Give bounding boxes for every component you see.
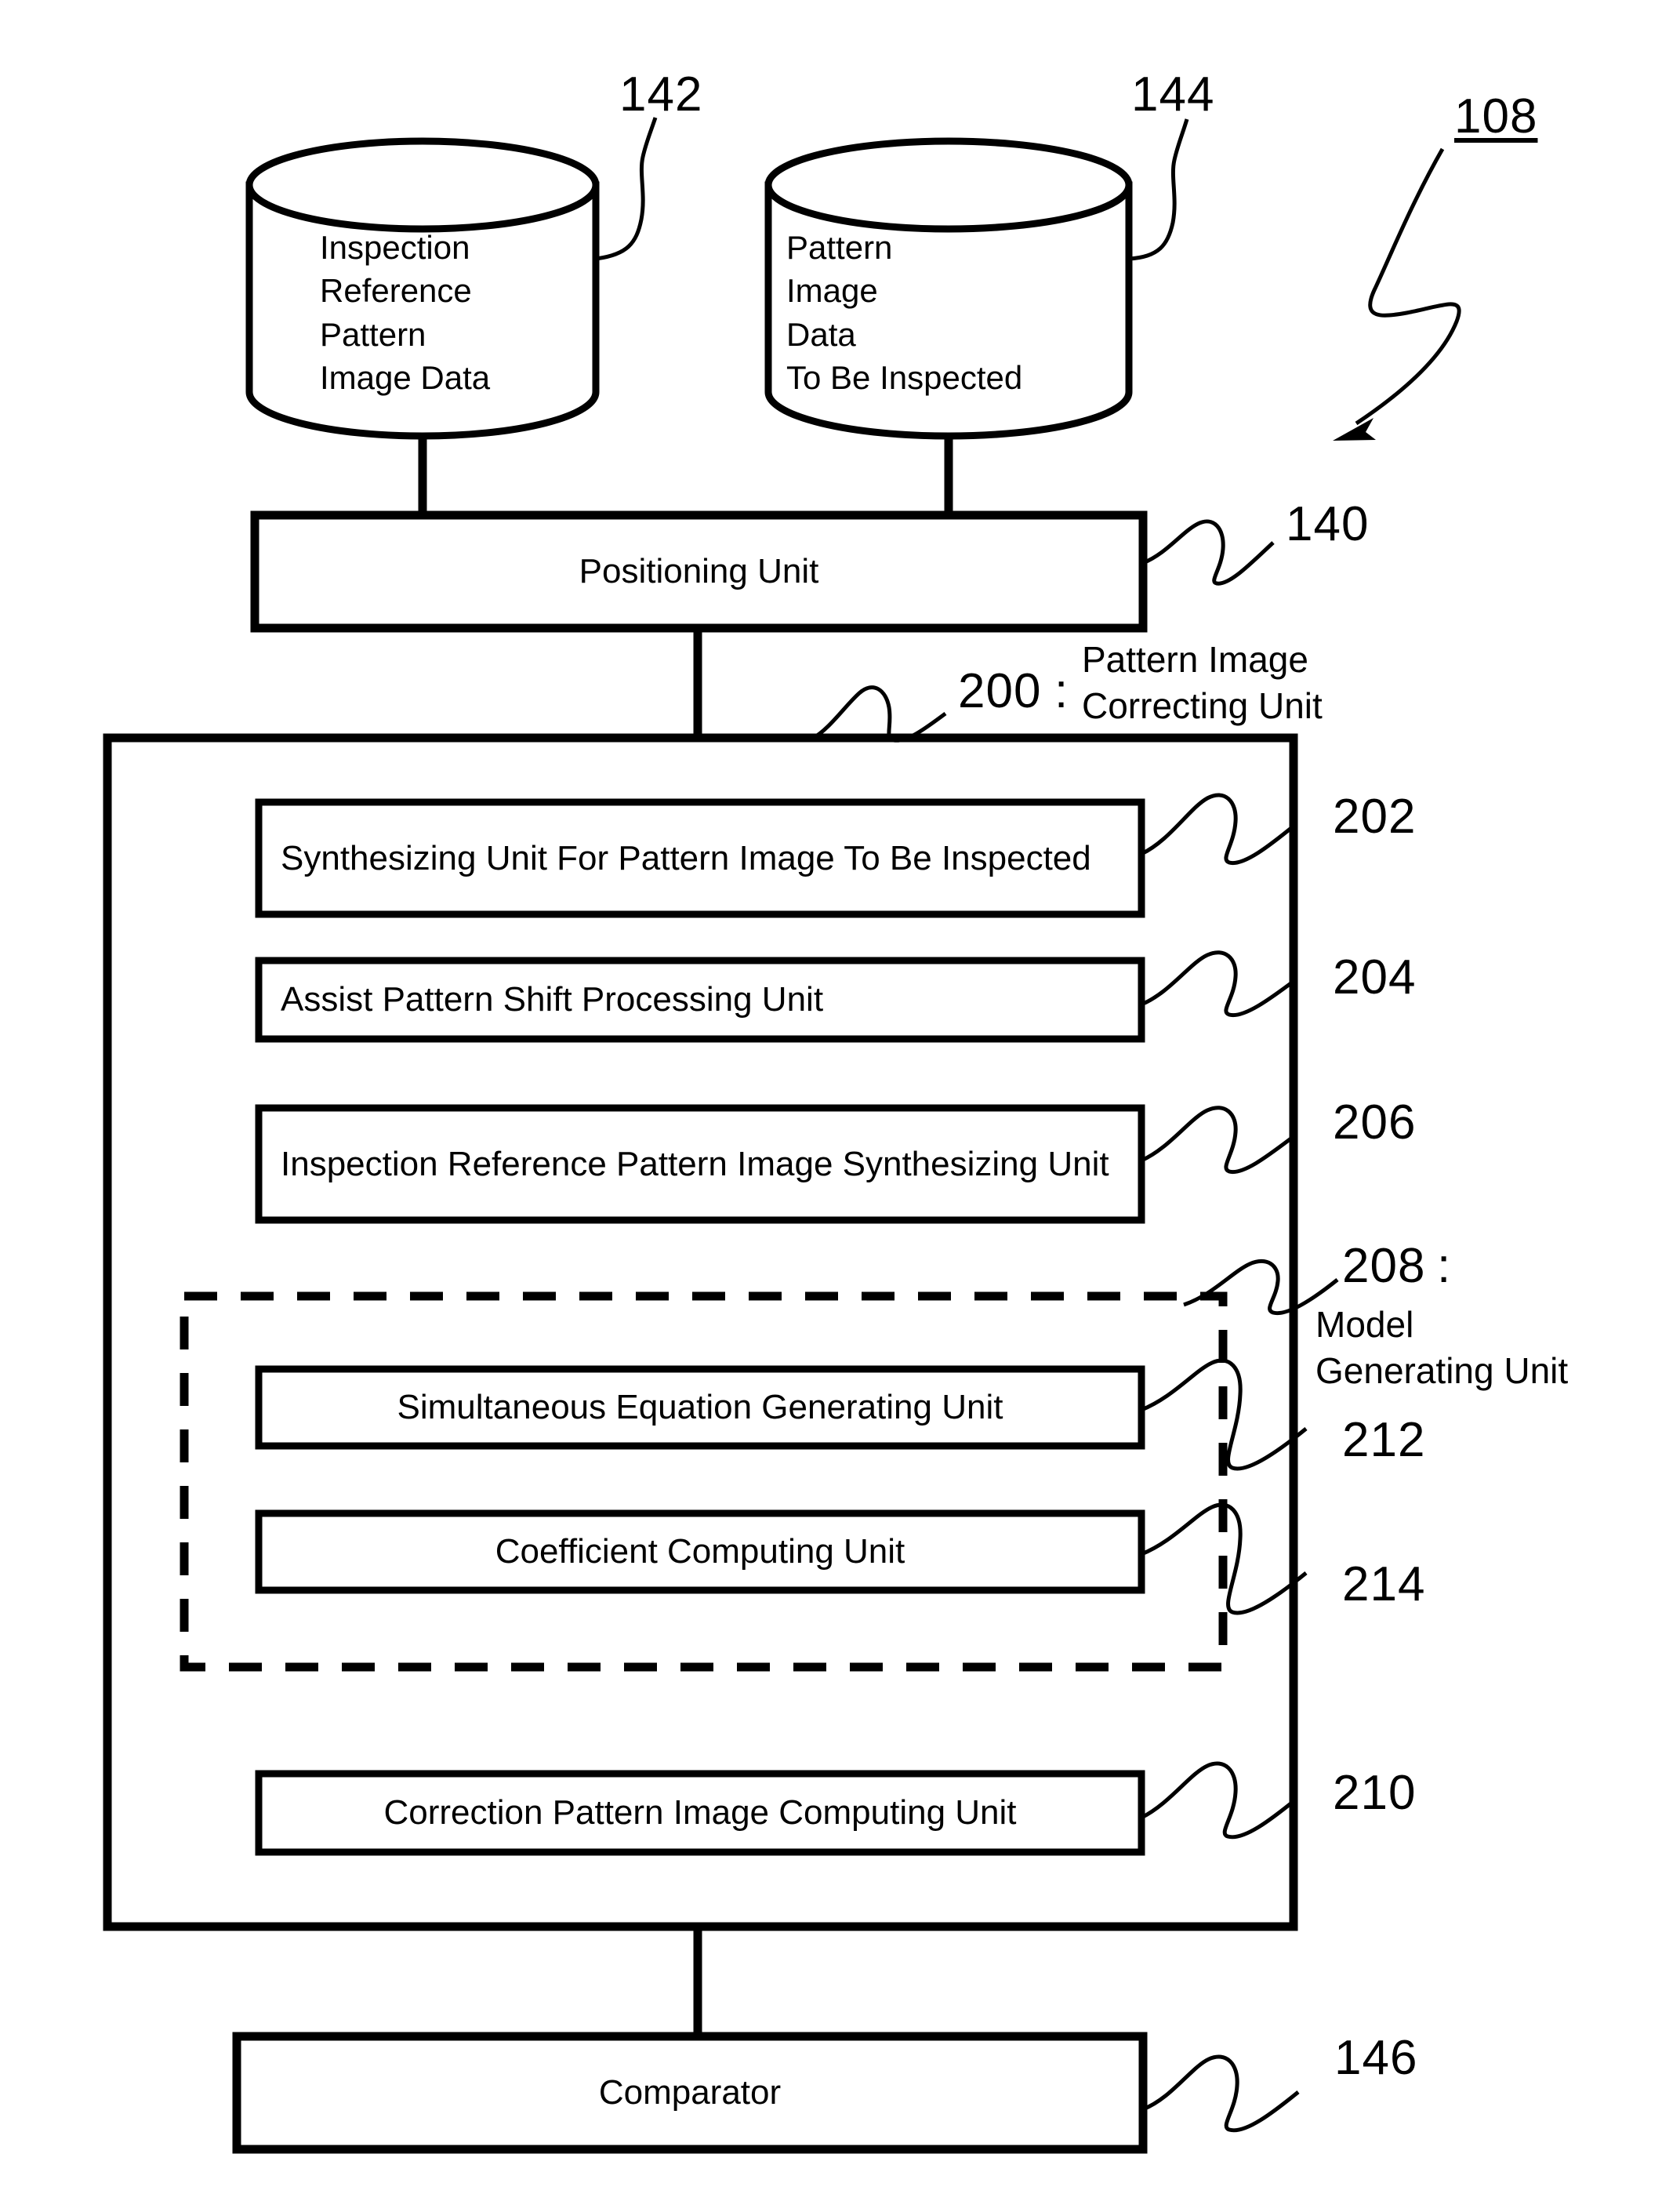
ref-208-separator: :	[1437, 1239, 1452, 1293]
unit-204[interactable]: Assist Pattern Shift Processing Unit	[281, 961, 1141, 1039]
unit-212-label: Simultaneous Equation Generating Unit	[397, 1388, 1003, 1427]
ref-140: 140	[1286, 497, 1370, 551]
leader-202	[1140, 793, 1297, 866]
leader-210	[1140, 1761, 1298, 1840]
unit-212[interactable]: Simultaneous Equation Generating Unit	[259, 1369, 1141, 1446]
ref-200-separator: :	[1054, 664, 1069, 718]
ref-200: 200	[958, 664, 1042, 718]
database-142-label: Inspection Reference Pattern Image Data	[320, 229, 491, 397]
leader-108-arrow	[1355, 147, 1461, 426]
comparator[interactable]: Comparator	[237, 2036, 1143, 2149]
ref-142: 142	[619, 67, 703, 122]
unit-210[interactable]: Correction Pattern Image Computing Unit	[259, 1774, 1141, 1852]
leader-142	[595, 117, 658, 261]
leader-144	[1128, 118, 1189, 261]
ref-144: 144	[1131, 67, 1215, 122]
model-generating-unit-label: Model Generating Unit	[1315, 1304, 1569, 1391]
leader-214	[1141, 1502, 1308, 1615]
model-generating-unit-dashed-box	[180, 1291, 1228, 1672]
ref-210: 210	[1333, 1766, 1417, 1820]
correcting-unit-label: Pattern Image Correcting Unit	[1082, 639, 1323, 726]
unit-214[interactable]: Coefficient Computing Unit	[259, 1513, 1141, 1590]
patent-figure: Inspection Reference Pattern Image Data …	[0, 0, 1662, 2212]
database-144-label: Pattern Image Data To Be Inspected	[786, 229, 1023, 397]
unit-214-label: Coefficient Computing Unit	[495, 1532, 905, 1571]
positioning-unit-label: Positioning Unit	[579, 552, 819, 591]
leader-212	[1141, 1358, 1308, 1471]
comparator-label: Comparator	[598, 2073, 782, 2112]
ref-146: 146	[1334, 2031, 1418, 2085]
unit-206[interactable]: Inspection Reference Pattern Image Synth…	[281, 1108, 1141, 1220]
ref-208: 208	[1342, 1239, 1426, 1293]
leader-208	[1183, 1259, 1339, 1316]
leader-108-arrowhead	[1333, 418, 1376, 441]
ref-204: 204	[1333, 950, 1417, 1004]
leader-204	[1141, 950, 1297, 1018]
positioning-unit[interactable]: Positioning Unit	[255, 515, 1143, 628]
leader-140	[1142, 519, 1275, 586]
ref-202: 202	[1333, 790, 1417, 844]
unit-204-label: Assist Pattern Shift Processing Unit	[281, 980, 824, 1019]
leader-200	[811, 685, 947, 743]
leader-206	[1140, 1106, 1297, 1175]
ref-108: 108	[1454, 89, 1538, 143]
unit-210-label: Correction Pattern Image Computing Unit	[383, 1793, 1017, 1832]
leader-146	[1142, 2054, 1300, 2133]
unit-206-label: Inspection Reference Pattern Image Synth…	[281, 1144, 1109, 1183]
ref-212: 212	[1342, 1413, 1426, 1467]
ref-206: 206	[1333, 1095, 1417, 1150]
unit-202[interactable]: Synthesizing Unit For Pattern Image To B…	[281, 802, 1141, 914]
correcting-unit-box	[103, 733, 1298, 1931]
ref-214: 214	[1342, 1557, 1426, 1611]
unit-202-label: Synthesizing Unit For Pattern Image To B…	[281, 838, 1091, 877]
